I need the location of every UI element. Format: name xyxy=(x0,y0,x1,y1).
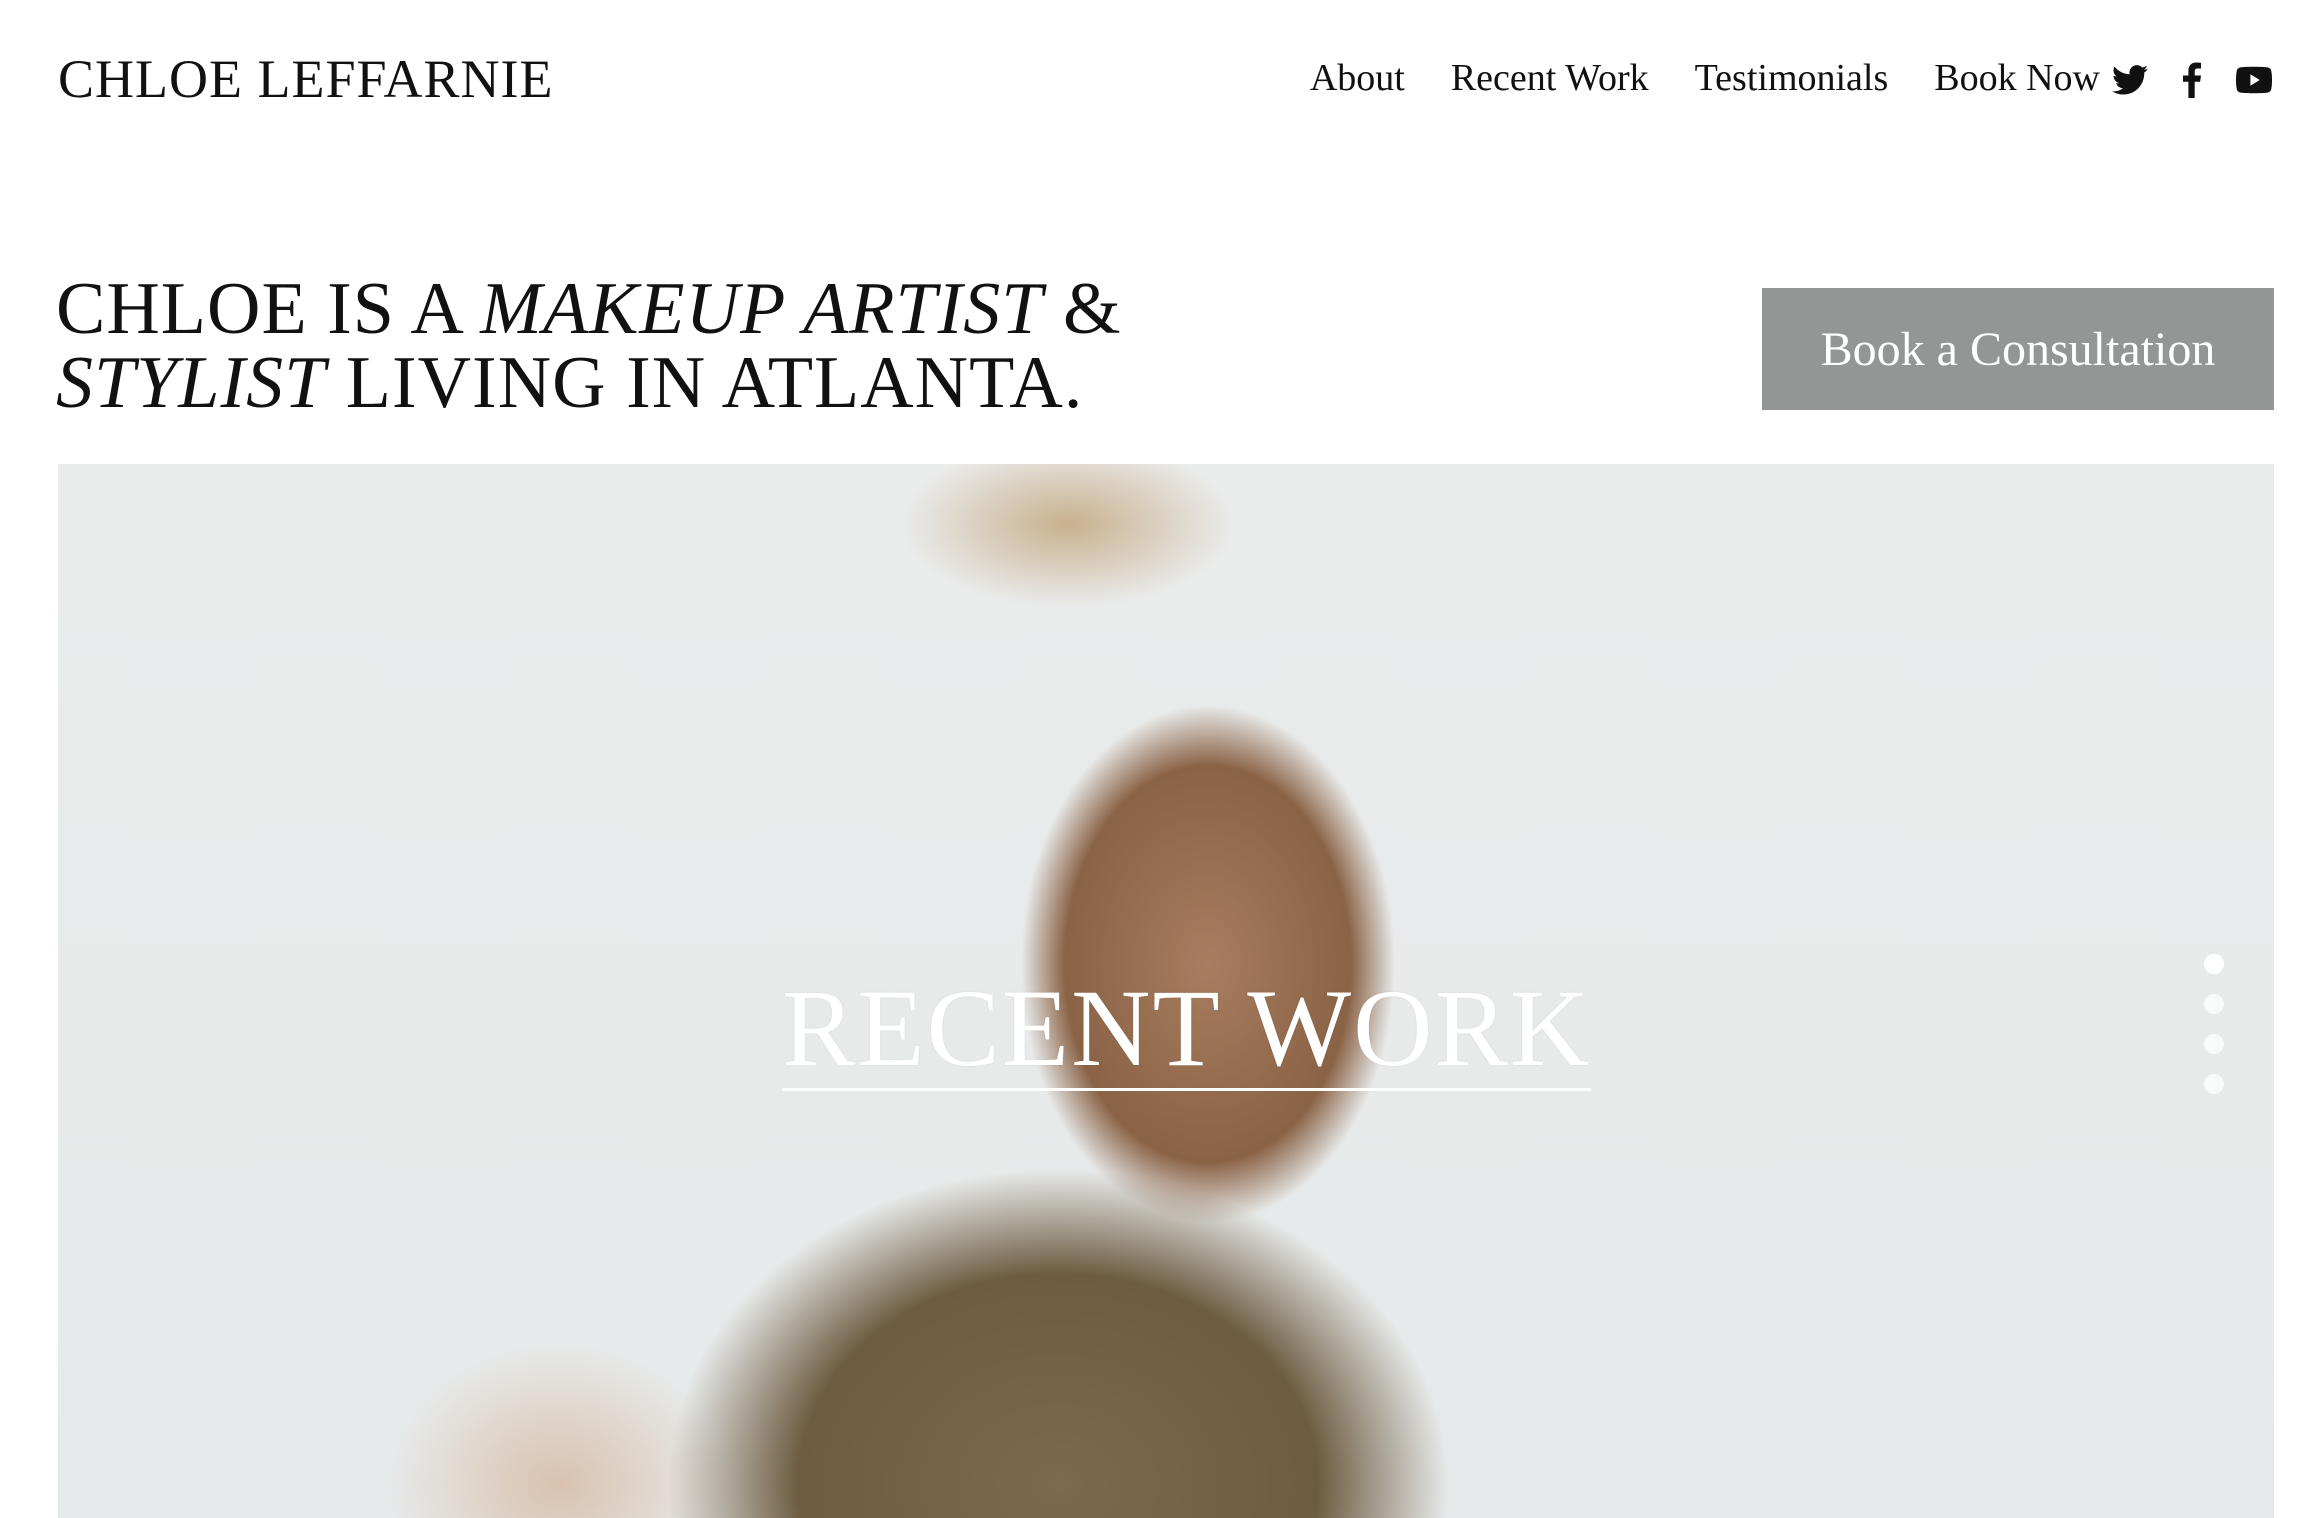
nav-about[interactable]: About xyxy=(1310,56,1405,100)
twitter-icon[interactable] xyxy=(2110,60,2150,100)
site-title[interactable]: CHLOE LEFFARNIE xyxy=(58,48,554,110)
book-consultation-button[interactable]: Book a Consultation xyxy=(1762,288,2274,410)
slide-dot-2[interactable] xyxy=(2204,994,2224,1014)
nav-book-now[interactable]: Book Now xyxy=(1934,56,2100,100)
headline-line-2: STYLIST LIVING IN ATLANTA. xyxy=(56,342,1084,424)
main-nav: About Recent Work Testimonials Book Now xyxy=(1310,56,2100,100)
intro-headline: CHLOE IS A MAKEUP ARTIST & STYLIST LIVIN… xyxy=(56,272,1122,420)
youtube-icon[interactable] xyxy=(2234,60,2274,100)
headline-line-1: CHLOE IS A MAKEUP ARTIST & xyxy=(56,268,1122,350)
facebook-icon[interactable] xyxy=(2172,60,2212,100)
slide-indicators xyxy=(2204,954,2224,1094)
hero-title-link[interactable]: RECENT WORK xyxy=(782,972,1592,1091)
slide-dot-1[interactable] xyxy=(2204,954,2224,974)
nav-recent-work[interactable]: Recent Work xyxy=(1451,56,1649,100)
hero-slideshow[interactable]: RECENT WORK xyxy=(58,464,2274,1518)
slide-dot-3[interactable] xyxy=(2204,1034,2224,1054)
slide-dot-4[interactable] xyxy=(2204,1074,2224,1094)
site-header: CHLOE LEFFARNIE About Recent Work Testim… xyxy=(0,0,2320,160)
social-links xyxy=(2110,60,2274,100)
nav-testimonials[interactable]: Testimonials xyxy=(1695,56,1889,100)
